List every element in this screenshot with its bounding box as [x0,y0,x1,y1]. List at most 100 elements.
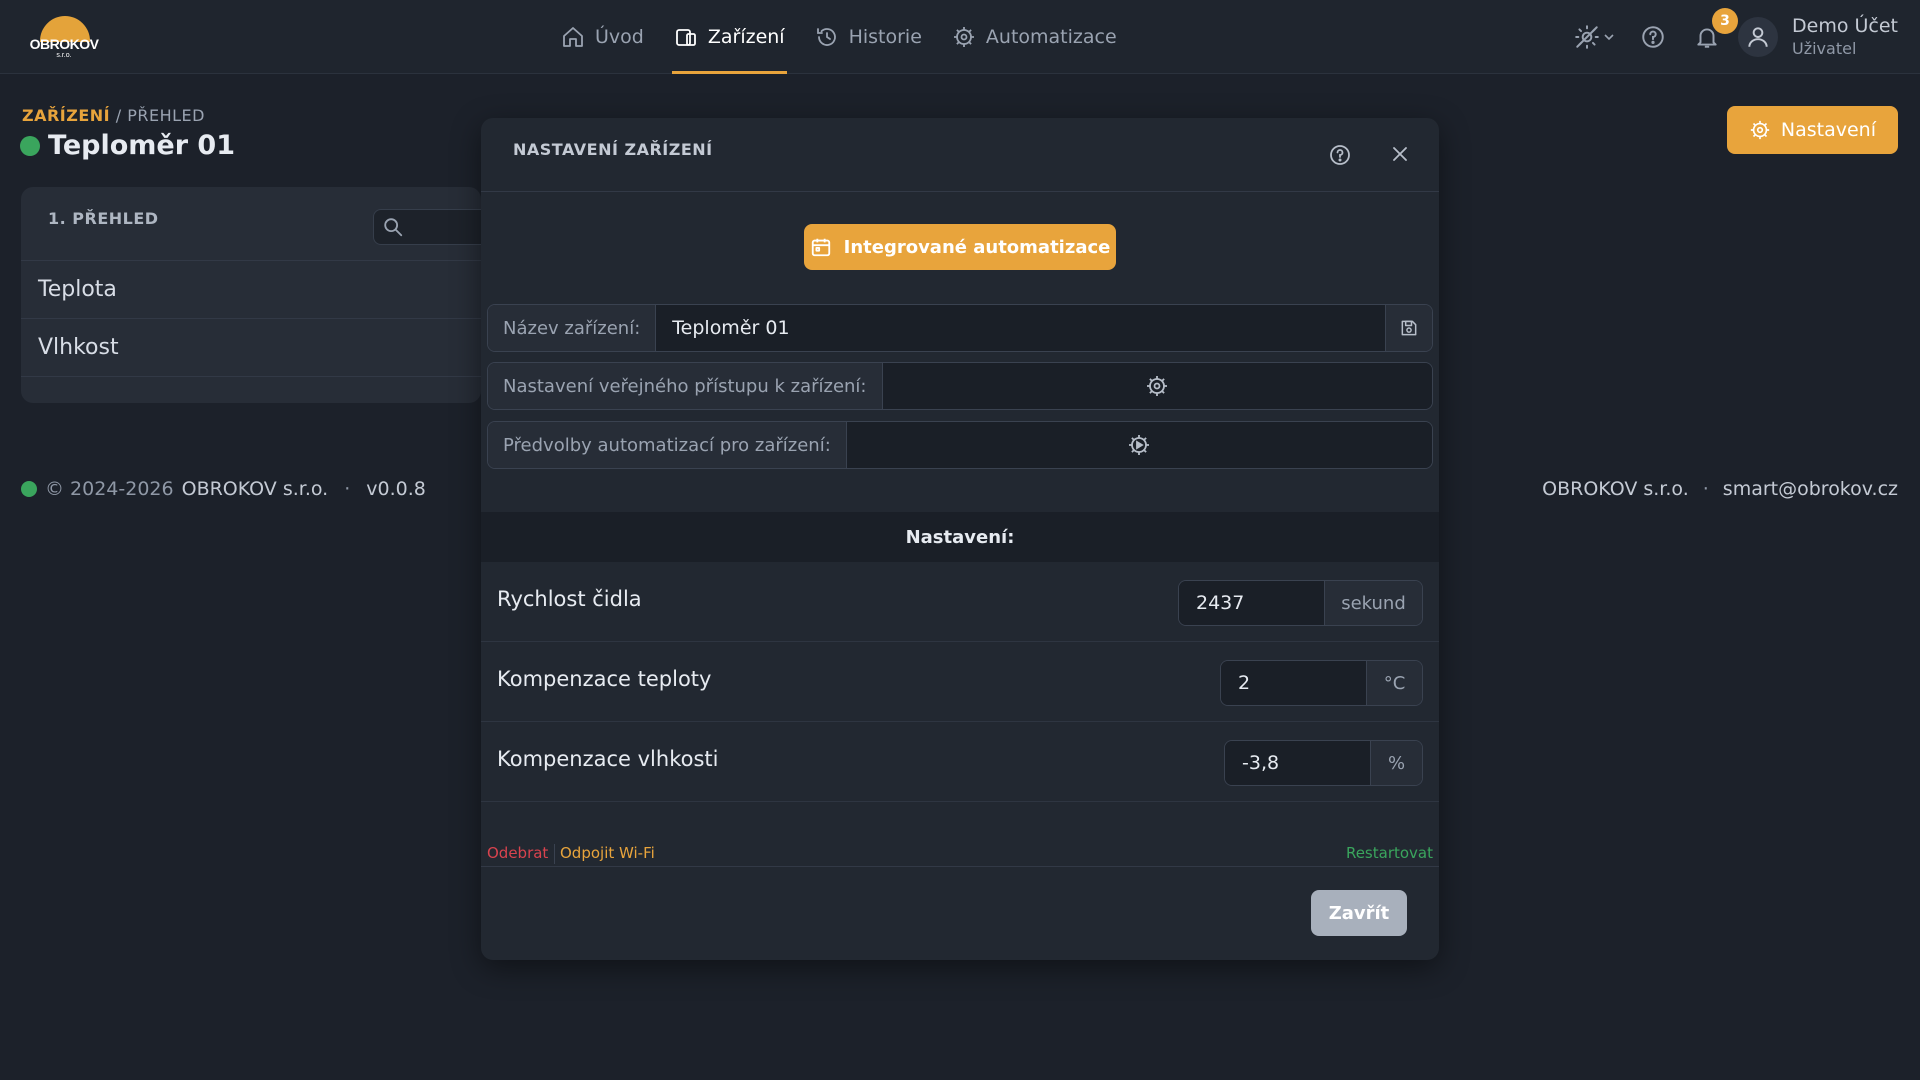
settings-section-title: Nastavení: [481,512,1439,562]
user-menu[interactable]: Demo Účet Uživatel [1738,14,1898,60]
settings-button-label: Nastavení [1780,119,1876,141]
footer-right-separator: · [1702,478,1709,500]
sensor-speed-input[interactable]: 2437 [1179,581,1325,625]
humidity-compensation-field: -3,8 % [1224,740,1423,786]
footer-copyright: © 2024-2026 [45,478,174,500]
logo-text: OBROKOV [29,36,99,52]
user-info: Demo Účet Uživatel [1792,14,1898,60]
footer-right-company[interactable]: OBROKOV s.r.o. [1542,478,1689,500]
nav-label: Zařízení [707,26,785,48]
automation-presets-label: Předvolby automatizací pro zařízení: [488,422,847,468]
sun-icon [1574,24,1600,50]
modal-footer-divider [481,866,1439,867]
overview-panel: 1. PŘEHLED Teplota Vlhkost [21,187,493,403]
list-item-teplota[interactable]: Teplota [21,261,481,319]
nav-label: Automatizace [985,26,1117,48]
footer-status-dot [21,481,37,497]
public-access-settings-button[interactable] [882,363,1432,409]
footer-left: © 2024-2026 OBROKOV s.r.o. · v0.0.8 [21,478,426,500]
setting-label: Rychlost čidla [497,587,642,611]
remove-device-link[interactable]: Odebrat [487,844,548,862]
gear-icon [1749,119,1771,141]
overview-panel-header: 1. PŘEHLED [21,187,493,261]
temperature-compensation-field: 2 °C [1220,660,1423,706]
close-button[interactable]: Zavřít [1311,890,1407,936]
sensor-speed-field: 2437 sekund [1178,580,1423,626]
user-role: Uživatel [1792,39,1857,58]
setting-label: Kompenzace teploty [497,667,712,691]
nav-item-automatizace[interactable]: Automatizace [937,0,1132,74]
setting-row-humidity-compensation: Kompenzace vlhkosti -3,8 % [481,722,1439,802]
help-circle-icon[interactable] [1328,143,1352,167]
nav-label: Úvod [595,26,644,48]
notifications-button[interactable]: 3 [1694,8,1738,50]
logo-subtext: s.r.o. [56,52,72,59]
footer-separator: · [344,478,351,500]
unit-label: °C [1367,661,1422,705]
chevron-down-icon [1603,31,1615,43]
device-name-input[interactable]: Teploměr 01 [656,305,1385,351]
nav-item-zarizeni[interactable]: Zařízení [659,0,800,74]
notification-count-badge: 3 [1712,8,1738,34]
breadcrumb-separator: / [115,106,122,125]
modal-header: NASTAVENÍ ZAŘÍZENÍ [481,118,1439,192]
user-icon [1745,24,1771,50]
automation-presets-button[interactable] [846,422,1432,468]
footer-right: OBROKOV s.r.o. · smart@obrokov.cz [1542,478,1898,500]
disconnect-wifi-link[interactable]: Odpojit Wi-Fi [560,844,655,862]
overview-heading: 1. PŘEHLED [48,209,159,228]
nav-item-uvod[interactable]: Úvod [546,0,659,74]
footer-email-link[interactable]: smart@obrokov.cz [1723,478,1898,500]
modal-title: NASTAVENÍ ZAŘÍZENÍ [513,140,713,159]
temperature-compensation-input[interactable]: 2 [1221,661,1367,705]
save-icon [1399,318,1419,338]
user-name: Demo Účet [1792,15,1898,37]
help-circle-icon [1640,24,1666,50]
automation-presets-group: Předvolby automatizací pro zařízení: [487,421,1433,469]
top-navigation-bar: OBROKOV s.r.o. Úvod Zařízení Historie Au… [0,0,1920,74]
humidity-compensation-input[interactable]: -3,8 [1225,741,1371,785]
company-logo[interactable]: OBROKOV s.r.o. [26,14,102,62]
breadcrumb-current: PŘEHLED [127,106,205,125]
settings-button[interactable]: Nastavení [1726,106,1898,154]
gear-icon [1145,374,1169,398]
online-status-dot [20,135,40,156]
restart-device-link[interactable]: Restartovat [1346,844,1433,862]
integrated-automations-label: Integrované automatizace [843,236,1111,258]
breadcrumb-parent[interactable]: ZAŘÍZENÍ [22,106,110,125]
devices-icon [674,25,698,49]
page-title: Teploměr 01 [48,130,236,161]
breadcrumb: ZAŘÍZENÍ / PŘEHLED [22,106,205,125]
public-access-group: Nastavení veřejného přístupu k zařízení: [487,362,1433,410]
gear-play-icon [1127,433,1151,457]
nav-label: Historie [848,26,922,48]
device-name-group: Název zařízení: Teploměr 01 [487,304,1433,352]
setting-label: Kompenzace vlhkosti [497,747,719,771]
footer-company[interactable]: OBROKOV s.r.o. [182,478,329,500]
list-item-vlhkost[interactable]: Vlhkost [21,319,481,377]
page-title-group: Teploměr 01 [20,130,235,161]
nav-item-historie[interactable]: Historie [800,0,937,74]
setting-row-temperature-compensation: Kompenzace teploty 2 °C [481,642,1439,722]
help-button[interactable] [1640,24,1666,50]
close-icon[interactable] [1390,144,1410,164]
footer-version: v0.0.8 [366,478,426,500]
theme-toggle[interactable] [1574,24,1615,50]
avatar [1738,17,1778,57]
unit-label: % [1371,741,1422,785]
public-access-label: Nastavení veřejného přístupu k zařízení: [488,363,883,409]
action-divider [554,844,555,864]
device-name-label: Název zařízení: [488,305,657,351]
calendar-icon [810,236,832,258]
unit-label: sekund [1325,581,1422,625]
setting-row-sensor-speed: Rychlost čidla 2437 sekund [481,562,1439,642]
device-settings-modal: NASTAVENÍ ZAŘÍZENÍ Integrované automatiz… [481,118,1439,960]
main-nav: Úvod Zařízení Historie Automatizace [546,0,1132,74]
panel-search-input[interactable] [373,209,493,245]
search-icon [382,216,404,238]
integrated-automations-button[interactable]: Integrované automatizace [804,224,1116,270]
gear-play-icon [952,25,976,49]
history-icon [815,25,839,49]
home-icon [561,25,585,49]
save-name-button[interactable] [1385,305,1432,351]
